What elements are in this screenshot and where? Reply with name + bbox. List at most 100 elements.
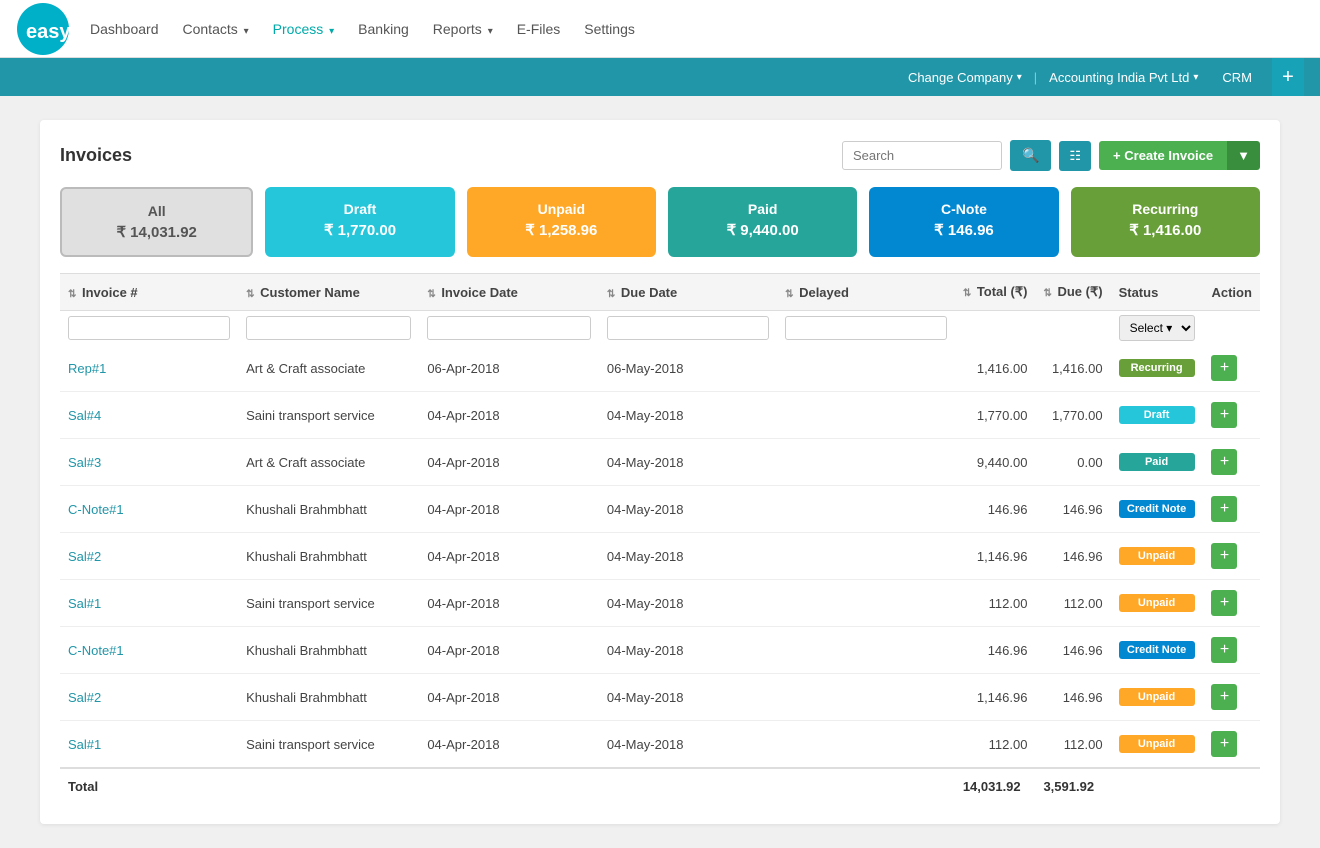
- cell-invoice-date-4: 04-Apr-2018: [419, 533, 599, 580]
- cell-due-5: 112.00: [1035, 580, 1110, 627]
- filter-status-select[interactable]: Select ▾: [1119, 315, 1196, 341]
- cell-total-3: 146.96: [955, 486, 1036, 533]
- col-due-date[interactable]: ⇅ Due Date: [599, 274, 777, 311]
- table-row: Sal#2 Khushali Brahmbhatt 04-Apr-2018 04…: [60, 674, 1260, 721]
- grid-view-button[interactable]: ☷: [1059, 141, 1091, 171]
- search-button[interactable]: 🔍: [1010, 140, 1051, 171]
- cell-invoice-7[interactable]: Sal#2: [60, 674, 238, 721]
- status-card-all[interactable]: All ₹ 14,031.92: [60, 187, 253, 257]
- cell-customer-8: Saini transport service: [238, 721, 419, 769]
- nav-dashboard[interactable]: Dashboard: [90, 21, 159, 37]
- cell-invoice-date-0: 06-Apr-2018: [419, 345, 599, 392]
- col-due[interactable]: ⇅ Due (₹): [1035, 274, 1110, 311]
- cell-invoice-5[interactable]: Sal#1: [60, 580, 238, 627]
- nav-banking[interactable]: Banking: [358, 21, 409, 37]
- change-company-arrow: ▾: [1017, 72, 1022, 83]
- cell-action-8: +: [1203, 721, 1260, 769]
- cell-due-6: 146.96: [1035, 627, 1110, 674]
- filter-delayed-input[interactable]: [785, 316, 947, 340]
- cell-due-8: 112.00: [1035, 721, 1110, 769]
- action-add-button-5[interactable]: +: [1211, 590, 1237, 616]
- status-card-cnote[interactable]: C-Note ₹ 146.96: [869, 187, 1058, 257]
- cell-status-5: Unpaid: [1111, 580, 1204, 627]
- cell-due-date-1: 04-May-2018: [599, 392, 777, 439]
- nav-reports[interactable]: Reports ▾: [433, 21, 493, 37]
- cell-customer-0: Art & Craft associate: [238, 345, 419, 392]
- cell-due-2: 0.00: [1035, 439, 1110, 486]
- status-card-draft[interactable]: Draft ₹ 1,770.00: [265, 187, 454, 257]
- cell-invoice-8[interactable]: Sal#1: [60, 721, 238, 769]
- cell-due-date-3: 04-May-2018: [599, 486, 777, 533]
- status-cnote-amount: ₹ 146.96: [879, 221, 1048, 239]
- create-invoice-button[interactable]: + Create Invoice: [1099, 141, 1227, 170]
- cell-invoice-3[interactable]: C-Note#1: [60, 486, 238, 533]
- status-card-paid[interactable]: Paid ₹ 9,440.00: [668, 187, 857, 257]
- cell-action-6: +: [1203, 627, 1260, 674]
- col-total[interactable]: ⇅ Total (₹): [955, 274, 1036, 311]
- action-add-button-1[interactable]: +: [1211, 402, 1237, 428]
- action-add-button-0[interactable]: +: [1211, 355, 1237, 381]
- change-company-button[interactable]: Change Company ▾: [896, 70, 1034, 85]
- create-invoice-dropdown[interactable]: ▼: [1227, 141, 1260, 170]
- cell-invoice-date-6: 04-Apr-2018: [419, 627, 599, 674]
- col-customer-name[interactable]: ⇅ Customer Name: [238, 274, 419, 311]
- cell-invoice-2[interactable]: Sal#3: [60, 439, 238, 486]
- filter-due-date-input[interactable]: [607, 316, 769, 340]
- logo[interactable]: easy: [16, 2, 70, 56]
- company-name-button[interactable]: Accounting India Pvt Ltd ▾: [1037, 70, 1210, 85]
- cell-delayed-3: [777, 486, 955, 533]
- col-delayed[interactable]: ⇅ Delayed: [777, 274, 955, 311]
- action-add-button-7[interactable]: +: [1211, 684, 1237, 710]
- table-header-row: ⇅ Invoice # ⇅ Customer Name ⇅ Invoice Da…: [60, 274, 1260, 311]
- status-badge-7: Unpaid: [1119, 688, 1195, 706]
- status-badge-5: Unpaid: [1119, 594, 1195, 612]
- action-add-button-2[interactable]: +: [1211, 449, 1237, 475]
- cell-action-5: +: [1203, 580, 1260, 627]
- cell-invoice-4[interactable]: Sal#2: [60, 533, 238, 580]
- cell-invoice-date-5: 04-Apr-2018: [419, 580, 599, 627]
- cell-invoice-0[interactable]: Rep#1: [60, 345, 238, 392]
- cell-action-1: +: [1203, 392, 1260, 439]
- invoices-card: Invoices 🔍 ☷ + Create Invoice ▼ All ₹ 14…: [40, 120, 1280, 824]
- status-badge-6: Credit Note: [1119, 641, 1195, 659]
- col-invoice-num[interactable]: ⇅ Invoice #: [60, 274, 238, 311]
- action-add-button-4[interactable]: +: [1211, 543, 1237, 569]
- cell-total-8: 112.00: [955, 721, 1036, 769]
- search-input[interactable]: [842, 141, 1002, 170]
- top-nav: easy Dashboard Contacts ▾ Process ▾ Bank…: [0, 0, 1320, 58]
- search-area: 🔍 ☷ + Create Invoice ▼: [842, 140, 1260, 171]
- cell-customer-1: Saini transport service: [238, 392, 419, 439]
- nav-settings[interactable]: Settings: [584, 21, 635, 37]
- col-invoice-date[interactable]: ⇅ Invoice Date: [419, 274, 599, 311]
- footer-total: 14,031.92: [955, 768, 1036, 804]
- action-add-button-6[interactable]: +: [1211, 637, 1237, 663]
- cell-invoice-1[interactable]: Sal#4: [60, 392, 238, 439]
- status-card-recurring[interactable]: Recurring ₹ 1,416.00: [1071, 187, 1260, 257]
- nav-efiles[interactable]: E-Files: [517, 21, 561, 37]
- status-card-unpaid[interactable]: Unpaid ₹ 1,258.96: [467, 187, 656, 257]
- cell-action-3: +: [1203, 486, 1260, 533]
- status-badge-0: Recurring: [1119, 359, 1195, 377]
- cell-customer-3: Khushali Brahmbhatt: [238, 486, 419, 533]
- main-nav: Dashboard Contacts ▾ Process ▾ Banking R…: [90, 21, 1304, 37]
- cell-due-date-5: 04-May-2018: [599, 580, 777, 627]
- cell-due-4: 146.96: [1035, 533, 1110, 580]
- page-title: Invoices: [60, 145, 842, 166]
- cell-status-2: Paid: [1111, 439, 1204, 486]
- action-add-button-8[interactable]: +: [1211, 731, 1237, 757]
- main-content: Invoices 🔍 ☷ + Create Invoice ▼ All ₹ 14…: [0, 96, 1320, 848]
- add-button[interactable]: +: [1272, 58, 1304, 96]
- nav-process[interactable]: Process ▾: [273, 21, 335, 37]
- cell-delayed-8: [777, 721, 955, 769]
- action-add-button-3[interactable]: +: [1211, 496, 1237, 522]
- cell-delayed-5: [777, 580, 955, 627]
- filter-invoice-date-input[interactable]: [427, 316, 591, 340]
- cell-due-date-4: 04-May-2018: [599, 533, 777, 580]
- filter-customer-input[interactable]: [246, 316, 411, 340]
- filter-invoice-input[interactable]: [68, 316, 230, 340]
- nav-contacts[interactable]: Contacts ▾: [183, 21, 249, 37]
- footer-due: 3,591.92: [1035, 768, 1110, 804]
- cell-invoice-6[interactable]: C-Note#1: [60, 627, 238, 674]
- cell-due-date-0: 06-May-2018: [599, 345, 777, 392]
- crm-button[interactable]: CRM: [1210, 70, 1264, 85]
